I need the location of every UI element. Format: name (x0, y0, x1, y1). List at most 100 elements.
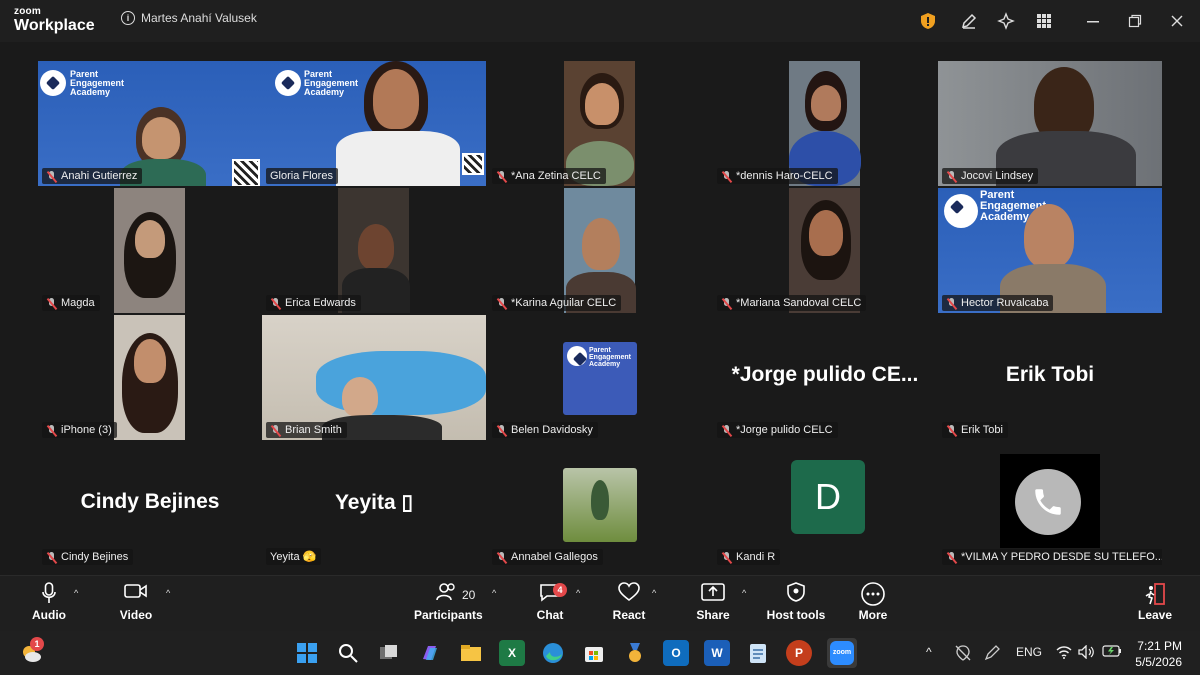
security-shield-icon[interactable] (917, 10, 939, 32)
react-options-chevron-icon[interactable]: ^ (652, 588, 656, 598)
react-button[interactable]: React (612, 582, 646, 622)
pea-logo-icon (944, 194, 978, 228)
video-tile[interactable]: Erik Tobi Erik Tobi (938, 315, 1162, 440)
zoom-taskbar-icon[interactable]: zoom (827, 638, 857, 668)
minimize-icon[interactable] (1082, 10, 1104, 32)
video-tile[interactable]: Parent Engagement Academy Anahi Gutierrez (38, 61, 262, 186)
share-button[interactable]: Share (696, 582, 730, 622)
battery-charging-icon[interactable] (1102, 645, 1122, 660)
search-icon[interactable] (335, 640, 361, 666)
pen-tray-icon[interactable] (984, 645, 1002, 664)
video-tile[interactable]: Cindy Bejines Cindy Bejines (38, 442, 262, 567)
participant-nametag: Magda (42, 295, 100, 311)
mic-muted-icon (270, 424, 281, 436)
excel-icon[interactable]: X (499, 640, 525, 666)
video-tile[interactable]: Annabel Gallegos (488, 442, 712, 567)
video-label: Video (119, 608, 153, 622)
participant-nametag: Cindy Bejines (42, 549, 134, 565)
video-tile[interactable]: Parent Engagement Academy Belen Davidosky (488, 315, 712, 440)
file-explorer-icon[interactable] (458, 640, 484, 666)
video-tile[interactable]: *Mariana Sandoval CELC (713, 188, 937, 313)
participant-silhouette (591, 480, 609, 520)
wifi-icon[interactable] (1056, 645, 1072, 662)
meeting-info-button[interactable]: i Martes Anahí Valusek (121, 11, 257, 25)
audio-options-chevron-icon[interactable]: ^ (74, 588, 78, 598)
microsoft-store-icon[interactable] (581, 640, 607, 666)
video-button[interactable]: Video (118, 582, 154, 622)
participant-face (809, 210, 843, 256)
video-tile[interactable]: iPhone (3) (38, 315, 262, 440)
system-clock[interactable]: 7:21 PM 5/5/2026 (1135, 638, 1182, 670)
participants-options-chevron-icon[interactable]: ^ (492, 588, 496, 598)
notepad-icon[interactable] (745, 640, 771, 666)
apps-grid-icon[interactable] (1033, 10, 1055, 32)
windows-start-icon[interactable] (294, 640, 320, 666)
video-tile[interactable]: Brian Smith (262, 315, 486, 440)
participant-nametag: Annabel Gallegos (492, 549, 603, 565)
more-button[interactable]: More (856, 582, 890, 622)
mic-muted-icon (721, 424, 732, 436)
medal-app-icon[interactable] (622, 640, 648, 666)
leave-button[interactable]: Leave (1138, 582, 1172, 622)
chat-options-chevron-icon[interactable]: ^ (576, 588, 580, 598)
video-tile[interactable]: *VILMA Y PEDRO DESDE SU TELEFO... (938, 442, 1162, 567)
video-tile[interactable]: *dennis Haro-CELC (713, 61, 937, 186)
pea-avatar: Parent Engagement Academy (563, 342, 637, 415)
ai-companion-sparkle-icon[interactable] (995, 10, 1017, 32)
copilot-icon[interactable] (417, 640, 443, 666)
video-tile[interactable]: Erica Edwards (262, 188, 486, 313)
pea-line3: Academy (589, 361, 621, 368)
speaker-volume-icon[interactable] (1078, 644, 1096, 662)
close-icon[interactable] (1166, 10, 1188, 32)
pencil-icon[interactable] (958, 10, 980, 32)
share-options-chevron-icon[interactable]: ^ (742, 588, 746, 598)
show-hidden-icons-chevron-icon[interactable]: ^ (926, 645, 932, 659)
host-tools-button[interactable]: Host tools (766, 582, 826, 622)
powerpoint-icon[interactable]: P (786, 640, 812, 666)
mic-muted-icon (46, 297, 57, 309)
participant-nametag: Belen Davidosky (492, 422, 598, 438)
pea-logo-icon (567, 346, 587, 366)
participant-nametag: iPhone (3) (42, 422, 117, 438)
windows-taskbar: 1 X O W P zoom ^ ENG 7:21 PM 5/5/2026 (0, 631, 1200, 675)
participant-nametag: Anahi Gutierrez (42, 168, 143, 184)
pea-logo-text: Parent Engagement Academy (70, 70, 124, 97)
video-tile[interactable]: *Karina Aguilar CELC (488, 188, 712, 313)
location-off-icon[interactable] (955, 645, 971, 664)
participant-nametag: *Karina Aguilar CELC (492, 295, 622, 311)
video-tile[interactable]: *Jorge pulido CE... *Jorge pulido CELC (713, 315, 937, 440)
participant-face (142, 117, 180, 159)
mic-muted-icon (946, 424, 957, 436)
participant-display-name: *Jorge pulido CE... (731, 363, 919, 386)
pea-logo-icon (40, 70, 66, 96)
avatar-initial: D (791, 460, 865, 534)
participant-nametag: Jocovi Lindsey (942, 168, 1039, 184)
phone-avatar (1000, 454, 1100, 548)
restore-icon[interactable] (1124, 10, 1146, 32)
pea-logo-text: Parent Engagement Academy (589, 347, 631, 368)
video-tile[interactable]: Jocovi Lindsey (938, 61, 1162, 186)
blanket (316, 351, 486, 415)
task-view-icon[interactable] (376, 640, 402, 666)
mic-muted-icon (46, 170, 57, 182)
outlook-icon[interactable]: O (663, 640, 689, 666)
video-tile[interactable]: D Kandi R (713, 442, 937, 567)
participant-display-name: Yeyita ▯ (334, 491, 414, 514)
video-options-chevron-icon[interactable]: ^ (166, 588, 170, 598)
video-tile[interactable]: Magda (38, 188, 262, 313)
participant-name: Annabel Gallegos (511, 551, 598, 563)
video-tile-active-speaker[interactable]: Parent Engagement Academy Gloria Flores (262, 61, 486, 186)
edge-browser-icon[interactable] (540, 640, 566, 666)
video-tile[interactable]: Yeyita ▯ Yeyita 🫣 (262, 442, 486, 567)
video-tile[interactable]: *Ana Zetina CELC (488, 61, 712, 186)
participant-name: Erica Edwards (285, 297, 356, 309)
language-indicator[interactable]: ENG (1016, 645, 1042, 659)
video-tile[interactable]: Parent Engagement Academy Hector Ruvalcaba (938, 188, 1162, 313)
participant-name: Cindy Bejines (61, 551, 129, 563)
participant-name: Anahi Gutierrez (61, 170, 138, 182)
react-label: React (612, 608, 646, 622)
participant-face (811, 85, 841, 121)
mic-muted-icon (496, 551, 507, 563)
audio-button[interactable]: Audio (32, 582, 66, 622)
word-icon[interactable]: W (704, 640, 730, 666)
